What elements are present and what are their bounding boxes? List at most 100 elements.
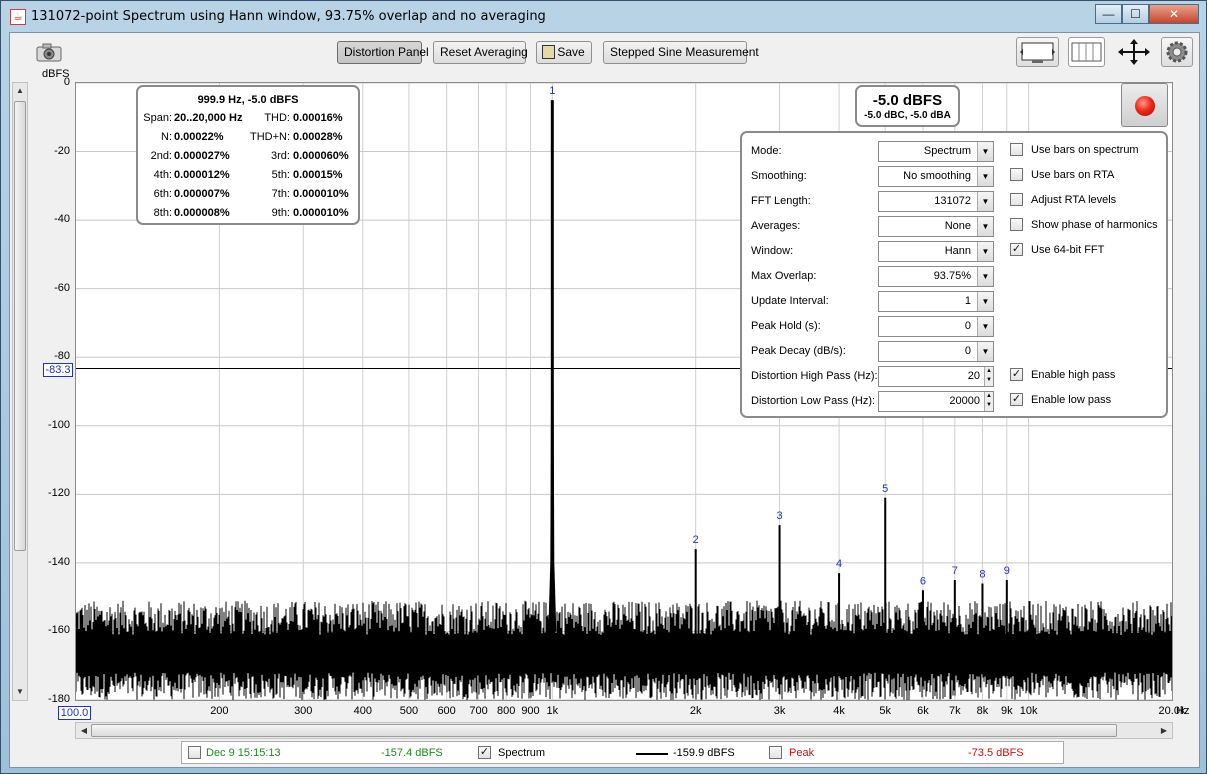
peak-checkbox[interactable]	[769, 746, 782, 759]
setting-dropdown[interactable]: 1 ▼	[878, 291, 994, 312]
summary-label: 2nd:	[150, 150, 172, 162]
x-start-field[interactable]: 100.0	[58, 706, 91, 720]
summary-row: Span: 20..20,000 Hz THD: 0.00016%	[138, 112, 358, 127]
summary-label: 3rd:	[271, 150, 290, 162]
chevron-down-icon[interactable]: ▼	[977, 142, 993, 161]
summary-row: 6th: 0.000007% 7th: 0.000010%	[138, 188, 358, 203]
setting-label: Max Overlap:	[751, 270, 817, 282]
summary-label: THD+N:	[249, 131, 290, 143]
x-tick-label: 2k	[689, 705, 702, 717]
option-checkbox[interactable]: ✓	[1010, 368, 1023, 381]
summary-label: 5th:	[271, 169, 290, 181]
option-label: Use bars on RTA	[1031, 169, 1115, 181]
setting-value: 20000	[949, 395, 980, 407]
screen-layout-icon[interactable]	[1016, 37, 1059, 67]
spinner-arrows-icon[interactable]: ▲ ▼	[984, 392, 993, 411]
option-checkbox[interactable]: ✓	[1010, 393, 1023, 406]
peak-label: Peak	[789, 747, 815, 759]
setting-dropdown[interactable]: Spectrum ▼	[878, 141, 994, 162]
move-arrows-icon[interactable]	[1115, 37, 1153, 67]
option-checkbox[interactable]	[1010, 143, 1023, 156]
setting-dropdown[interactable]: None ▼	[878, 216, 994, 237]
horizontal-scrollbar[interactable]: ◀ ▶	[75, 722, 1173, 739]
chevron-down-icon[interactable]: ▼	[977, 217, 993, 236]
y-tick-label: -180	[47, 693, 70, 705]
spinner-arrows-icon[interactable]: ▲ ▼	[984, 367, 993, 386]
level-main-value: -5.0 dBFS	[872, 92, 943, 109]
setting-dropdown[interactable]: 131072 ▼	[878, 191, 994, 212]
summary-value: 0.000010%	[293, 207, 349, 219]
close-button[interactable]: ✕	[1149, 4, 1199, 24]
chevron-down-icon[interactable]: ▼	[977, 317, 993, 336]
spectrum-checkbox[interactable]: ✓	[478, 746, 491, 759]
setting-label: Smoothing:	[751, 170, 807, 182]
x-tick-label: 200	[210, 705, 229, 717]
option-checkbox[interactable]	[1010, 168, 1023, 181]
setting-dropdown[interactable]: No smoothing ▼	[878, 166, 994, 187]
graph-layout-icon[interactable]	[1068, 37, 1105, 67]
save-button[interactable]: Save	[536, 41, 592, 64]
setting-value: Hann	[944, 245, 971, 257]
x-tick-label: 10k	[1019, 705, 1038, 717]
scroll-left-icon[interactable]: ◀	[77, 724, 91, 737]
y-tick-label: -40	[54, 213, 70, 226]
x-tick-label: 3k	[773, 705, 786, 717]
summary-value: 0.00028%	[293, 131, 343, 143]
scroll-down-icon[interactable]: ▼	[14, 685, 26, 699]
harmonic-label-2: 2	[693, 534, 699, 546]
snapshot-checkbox[interactable]	[188, 746, 201, 759]
setting-spinner[interactable]: 20000 ▲ ▼	[878, 391, 994, 412]
reference-level-marker[interactable]: -83.3	[43, 363, 73, 377]
summary-row: 4th: 0.000012% 5th: 0.00015%	[138, 169, 358, 184]
y-tick-label: -100	[47, 418, 70, 431]
vertical-scroll-thumb[interactable]	[14, 101, 26, 551]
save-button-label: Save	[557, 45, 585, 59]
record-icon	[1135, 96, 1155, 116]
setting-row: Peak Hold (s): 0 ▼	[742, 315, 1170, 337]
maximize-button[interactable]: ☐	[1122, 4, 1149, 24]
setting-spinner[interactable]: 20 ▲ ▼	[878, 366, 994, 387]
y-tick-label: 0	[63, 76, 70, 88]
summary-value: 0.00016%	[293, 112, 343, 124]
legend-bar: Dec 9 15:15:13 -157.4 dBFS ✓ Spectrum -1…	[181, 741, 1064, 764]
harmonic-label-4: 4	[836, 558, 842, 570]
spectrum-value: -159.9 dBFS	[673, 747, 735, 759]
option-checkbox[interactable]	[1010, 193, 1023, 206]
horizontal-scroll-thumb[interactable]	[91, 724, 1117, 737]
stepped-sine-button[interactable]: Stepped Sine Measurement	[603, 41, 759, 64]
chevron-down-icon[interactable]: ▼	[977, 192, 993, 211]
gear-icon[interactable]	[1161, 37, 1193, 67]
y-tick-label: -120	[47, 487, 70, 500]
chevron-down-icon[interactable]: ▼	[977, 242, 993, 261]
record-button[interactable]	[1121, 83, 1168, 127]
summary-label: 8th:	[153, 207, 172, 219]
spectrum-line-swatch	[636, 753, 668, 755]
setting-value: None	[944, 220, 971, 232]
option-checkbox[interactable]	[1010, 218, 1023, 231]
setting-label: Distortion High Pass (Hz):	[751, 370, 878, 382]
summary-value: 0.00022%	[174, 131, 224, 143]
save-icon	[542, 45, 555, 59]
option-label: Adjust RTA levels	[1031, 194, 1117, 206]
scroll-up-icon[interactable]: ▲	[14, 84, 26, 98]
distortion-panel-button[interactable]: Distortion Panel	[337, 41, 429, 64]
summary-row: N: 0.00022% THD+N: 0.00028%	[138, 131, 358, 146]
chevron-down-icon[interactable]: ▼	[977, 267, 993, 286]
setting-dropdown[interactable]: 0 ▼	[878, 341, 994, 362]
setting-dropdown[interactable]: 93.75% ▼	[878, 266, 994, 287]
option-checkbox[interactable]: ✓	[1010, 243, 1023, 256]
setting-row: Update Interval: 1 ▼	[742, 290, 1170, 312]
reset-averaging-button[interactable]: Reset Averaging	[433, 41, 528, 64]
scroll-right-icon[interactable]: ▶	[1157, 724, 1171, 737]
setting-value: No smoothing	[903, 170, 971, 182]
chevron-down-icon[interactable]: ▼	[977, 292, 993, 311]
setting-dropdown[interactable]: Hann ▼	[878, 241, 994, 262]
setting-label: Peak Decay (dB/s):	[751, 345, 846, 357]
vertical-scrollbar[interactable]: ▲ ▼	[12, 82, 28, 701]
setting-dropdown[interactable]: 0 ▼	[878, 316, 994, 337]
chevron-down-icon[interactable]: ▼	[977, 167, 993, 186]
minimize-button[interactable]: —	[1095, 4, 1122, 24]
camera-icon[interactable]	[33, 42, 65, 62]
y-tick-label: -140	[47, 555, 70, 568]
chevron-down-icon[interactable]: ▼	[977, 342, 993, 361]
